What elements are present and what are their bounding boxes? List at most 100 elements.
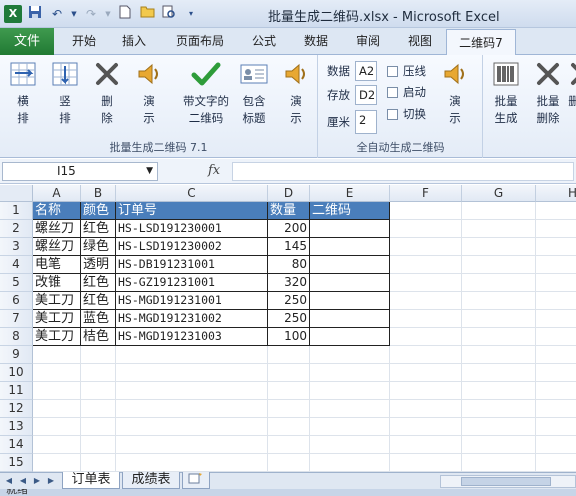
start-checkbox-box[interactable]	[387, 86, 398, 98]
name-box[interactable]: I15 ▼	[2, 162, 158, 181]
horizontal-scrollbar-thumb[interactable]	[461, 477, 551, 486]
column-header[interactable]: B	[81, 185, 116, 202]
grid-cell[interactable]	[536, 328, 576, 346]
grid-cell[interactable]	[462, 346, 536, 364]
grid-cell[interactable]	[310, 454, 390, 472]
table-cell[interactable]: 红色	[81, 274, 116, 292]
grid-cell[interactable]	[390, 238, 462, 256]
grid-cell[interactable]	[536, 454, 576, 472]
table-cell[interactable]: 红色	[81, 220, 116, 238]
tab-view[interactable]: 视图	[400, 28, 440, 55]
grid-cell[interactable]	[116, 364, 268, 382]
grid-cell[interactable]	[536, 274, 576, 292]
row-header[interactable]: 7	[0, 310, 33, 328]
row-header[interactable]: 4	[0, 256, 33, 274]
grid-cell[interactable]	[81, 400, 116, 418]
tab-data[interactable]: 数据	[296, 28, 336, 55]
storage-field-input[interactable]: D2	[355, 85, 377, 105]
grid-cell[interactable]	[33, 418, 81, 436]
table-cell[interactable]: 145	[268, 238, 310, 256]
grid-cell[interactable]	[33, 346, 81, 364]
first-sheet-icon[interactable]: ◀	[3, 475, 15, 487]
row-header[interactable]: 9	[0, 346, 33, 364]
row-header[interactable]: 14	[0, 436, 33, 454]
grid-cell[interactable]	[536, 256, 576, 274]
grid-cell[interactable]	[390, 310, 462, 328]
grid-cell[interactable]	[462, 400, 536, 418]
row-header[interactable]: 1	[0, 202, 33, 220]
table-cell[interactable]: 250	[268, 292, 310, 310]
grid-cell[interactable]	[390, 346, 462, 364]
last-sheet-icon[interactable]: ▶	[45, 475, 57, 487]
column-header[interactable]: C	[116, 185, 268, 202]
grid-cell[interactable]	[116, 436, 268, 454]
save-icon[interactable]	[26, 5, 44, 23]
grid-cell[interactable]	[462, 256, 536, 274]
grid-cell[interactable]	[536, 418, 576, 436]
grid-cell[interactable]	[81, 418, 116, 436]
grid-cell[interactable]	[536, 310, 576, 328]
row-header[interactable]: 15	[0, 454, 33, 472]
grid-cell[interactable]	[116, 454, 268, 472]
grid-cell[interactable]	[462, 364, 536, 382]
table-cell[interactable]	[310, 238, 390, 256]
sheet-tab-orders[interactable]: 订单表	[62, 472, 120, 489]
pressline-checkbox[interactable]: 压线	[387, 63, 426, 79]
grid-cell[interactable]	[310, 382, 390, 400]
grid-cell[interactable]	[536, 364, 576, 382]
grid-cell[interactable]	[268, 418, 310, 436]
table-header-cell[interactable]: 二维码	[310, 202, 390, 220]
column-header[interactable]: D	[268, 185, 310, 202]
redo-icon[interactable]: ↷	[82, 5, 100, 23]
grid-cell[interactable]	[310, 418, 390, 436]
horizontal-scrollbar[interactable]	[440, 475, 576, 488]
grid-cell[interactable]	[462, 220, 536, 238]
insert-sheet-icon[interactable]	[182, 472, 210, 489]
grid-cell[interactable]	[268, 382, 310, 400]
grid-cell[interactable]	[310, 436, 390, 454]
customize-qat-icon[interactable]: ▾	[182, 5, 200, 23]
grid-cell[interactable]	[390, 418, 462, 436]
column-header[interactable]: E	[310, 185, 390, 202]
table-cell[interactable]: 320	[268, 274, 310, 292]
table-cell[interactable]: 改锥	[33, 274, 81, 292]
table-cell[interactable]: 美工刀	[33, 328, 81, 346]
demo-button-3[interactable]: 演 示	[435, 59, 475, 127]
tab-insert[interactable]: 插入	[114, 28, 154, 55]
grid-cell[interactable]	[33, 382, 81, 400]
grid-cell[interactable]	[268, 346, 310, 364]
grid-cell[interactable]	[462, 436, 536, 454]
table-cell[interactable]	[310, 220, 390, 238]
table-cell[interactable]: 绿色	[81, 238, 116, 256]
redo-dropdown-icon[interactable]: ▼	[104, 5, 112, 23]
column-header[interactable]: G	[462, 185, 536, 202]
grid-cell[interactable]	[536, 382, 576, 400]
switch-checkbox-box[interactable]	[387, 108, 398, 120]
tab-qrcode7[interactable]: 二维码7	[446, 29, 516, 56]
grid-cell[interactable]	[310, 364, 390, 382]
grid-cell[interactable]	[116, 382, 268, 400]
table-cell[interactable]: HS-LSD191230002	[116, 238, 268, 256]
batch-delete-button[interactable]: 批量 删除	[528, 59, 568, 127]
grid-cell[interactable]	[268, 400, 310, 418]
column-header[interactable]: A	[33, 185, 81, 202]
grid-cell[interactable]	[536, 238, 576, 256]
grid-cell[interactable]	[390, 400, 462, 418]
grid-cell[interactable]	[536, 346, 576, 364]
table-cell[interactable]	[310, 274, 390, 292]
grid-cell[interactable]	[33, 364, 81, 382]
table-cell[interactable]: HS-DB191231001	[116, 256, 268, 274]
prev-sheet-icon[interactable]: ◀	[17, 475, 29, 487]
cm-field-input[interactable]: 2	[355, 110, 377, 134]
table-cell[interactable]: HS-LSD191230001	[116, 220, 268, 238]
table-cell[interactable]: HS-MGD191231002	[116, 310, 268, 328]
table-cell[interactable]	[310, 328, 390, 346]
data-field-input[interactable]: A2	[355, 61, 377, 81]
grid-cell[interactable]	[462, 292, 536, 310]
table-cell[interactable]: HS-MGD191231003	[116, 328, 268, 346]
grid-cell[interactable]	[390, 202, 462, 220]
grid-cell[interactable]	[462, 238, 536, 256]
table-cell[interactable]: 电笔	[33, 256, 81, 274]
table-cell[interactable]: HS-MGD191231001	[116, 292, 268, 310]
grid-cell[interactable]	[462, 454, 536, 472]
